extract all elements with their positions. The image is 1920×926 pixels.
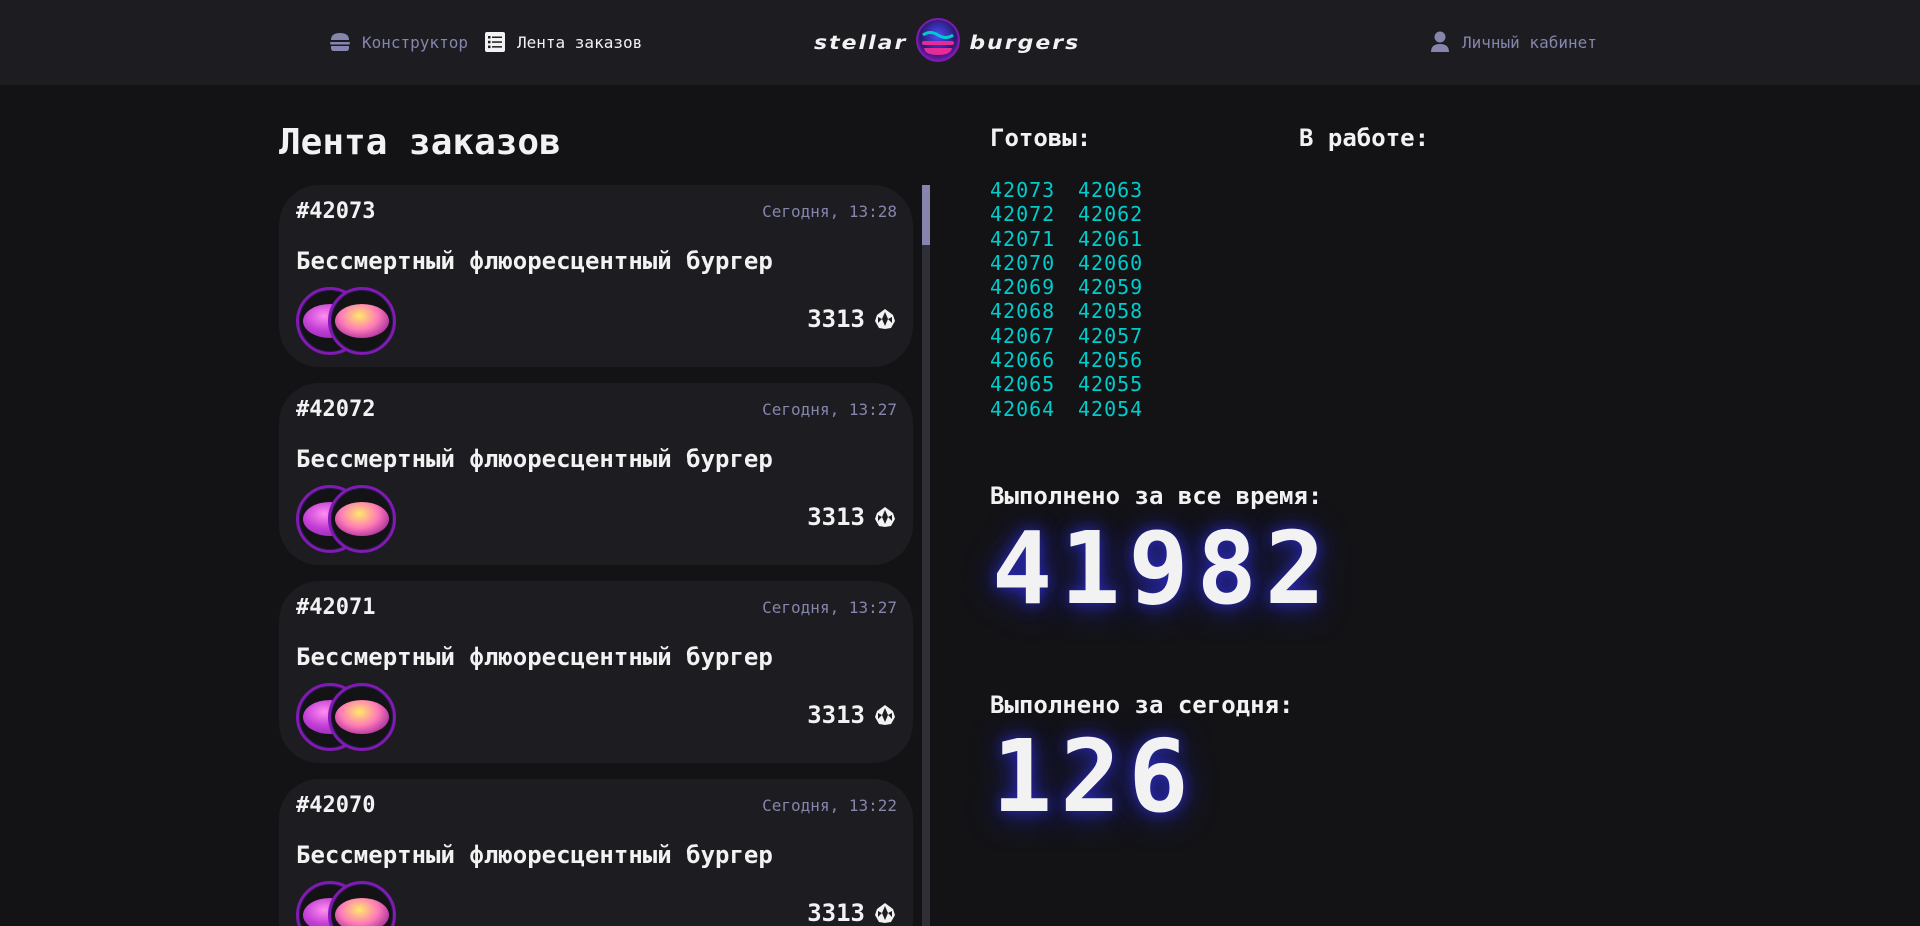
- app-header: Конструктор Лента заказов stellar burger…: [0, 0, 1920, 85]
- currency-icon: [875, 507, 895, 527]
- ready-order-number: 42068: [990, 299, 1056, 324]
- order-feed[interactable]: #42073 Сегодня, 13:28 Бессмертный флюоре…: [279, 185, 935, 926]
- ready-order-number: 42070: [990, 250, 1056, 275]
- ready-order-number: 42069: [990, 275, 1056, 300]
- order-date: Сегодня, 13:22: [762, 796, 897, 815]
- ready-order-number: 42064: [990, 396, 1056, 421]
- ready-order-number: 42059: [1078, 275, 1144, 300]
- order-burger-name: Бессмертный флюоресцентный бургер: [296, 643, 773, 671]
- bun-image: [335, 700, 389, 734]
- currency-icon: [875, 903, 895, 923]
- feed-scrollbar-thumb[interactable]: [922, 185, 930, 245]
- logo-planet-icon: [915, 17, 961, 69]
- currency-icon: [875, 309, 895, 329]
- order-number: #42073: [296, 199, 376, 224]
- nav-account-label: Личный кабинет: [1462, 32, 1597, 52]
- order-price-value: 3313: [807, 899, 865, 926]
- ready-orders-list: 42073 42063 42072 42062 42071 42061 42070 42060…: [990, 178, 1158, 421]
- page-title: Лента заказов: [279, 122, 561, 163]
- ready-order-number: 42062: [1078, 202, 1144, 227]
- ready-title: Готовы:: [990, 124, 1092, 152]
- order-burger-name: Бессмертный флюоресцентный бургер: [296, 445, 773, 473]
- order-card[interactable]: #42071 Сегодня, 13:27 Бессмертный флюоре…: [279, 581, 913, 763]
- order-burger-name: Бессмертный флюоресцентный бургер: [296, 841, 773, 869]
- order-card[interactable]: #42073 Сегодня, 13:28 Бессмертный флюоре…: [279, 185, 913, 367]
- in-work-title: В работе:: [1299, 124, 1430, 152]
- profile-icon: [1428, 30, 1452, 54]
- bun-image: [335, 304, 389, 338]
- nav-feed-link[interactable]: Лента заказов: [483, 26, 642, 58]
- order-number: #42071: [296, 595, 376, 620]
- ready-order-number: 42067: [990, 323, 1056, 348]
- ready-order-number: 42058: [1078, 299, 1144, 324]
- order-price-value: 3313: [807, 503, 865, 531]
- ready-order-number: 42073: [990, 178, 1056, 202]
- nav-constructor-label: Конструктор: [362, 32, 468, 52]
- ingredient-thumbnail: [328, 683, 396, 751]
- currency-icon: [875, 705, 895, 725]
- feed-scrollbar-track[interactable]: [922, 185, 930, 926]
- order-burger-name: Бессмертный флюоресцентный бургер: [296, 247, 773, 275]
- order-price-value: 3313: [807, 305, 865, 333]
- ingredient-thumbnail: [328, 287, 396, 355]
- stellar-burgers-logo[interactable]: stellar burgers: [814, 18, 1106, 68]
- order-date: Сегодня, 13:27: [762, 400, 897, 419]
- ready-order-number: 42061: [1078, 226, 1144, 251]
- order-date: Сегодня, 13:28: [762, 202, 897, 221]
- ready-order-number: 42065: [990, 372, 1056, 397]
- ready-order-number: 42066: [990, 348, 1056, 373]
- ready-order-number: 42072: [990, 202, 1056, 227]
- order-number: #42072: [296, 397, 376, 422]
- order-price: 3313: [807, 305, 897, 333]
- ready-order-number: 42063: [1078, 178, 1144, 202]
- order-price: 3313: [807, 503, 897, 531]
- bun-image: [335, 502, 389, 536]
- ready-order-number: 42056: [1078, 348, 1144, 373]
- bun-image: [335, 898, 389, 926]
- ready-order-number: 42071: [990, 226, 1056, 251]
- total-completed-title: Выполнено за все время:: [990, 482, 1323, 510]
- ready-order-number: 42055: [1078, 372, 1144, 397]
- nav-feed-label: Лента заказов: [517, 32, 643, 52]
- burger-icon: [328, 30, 352, 54]
- order-card[interactable]: #42072 Сегодня, 13:27 Бессмертный флюоре…: [279, 383, 913, 565]
- ready-order-number: 42054: [1078, 396, 1144, 421]
- nav-constructor-link[interactable]: Конструктор: [328, 26, 468, 58]
- order-price: 3313: [807, 701, 897, 729]
- ready-order-number: 42057: [1078, 323, 1144, 348]
- today-completed-title: Выполнено за сегодня:: [990, 691, 1294, 719]
- total-completed-value: 41982: [992, 510, 1334, 627]
- order-price: 3313: [807, 899, 897, 926]
- nav-account-link[interactable]: Личный кабинет: [1428, 26, 1597, 58]
- order-card[interactable]: #42070 Сегодня, 13:22 Бессмертный флюоре…: [279, 779, 913, 926]
- order-number: #42070: [296, 793, 376, 818]
- logo-left-word: stellar: [814, 32, 908, 54]
- list-icon: [483, 30, 507, 54]
- order-price-value: 3313: [807, 701, 865, 729]
- logo-right-word: burgers: [969, 32, 1081, 54]
- today-completed-value: 126: [992, 718, 1197, 835]
- ingredient-thumbnail: [328, 485, 396, 553]
- order-date: Сегодня, 13:27: [762, 598, 897, 617]
- ready-order-number: 42060: [1078, 250, 1144, 275]
